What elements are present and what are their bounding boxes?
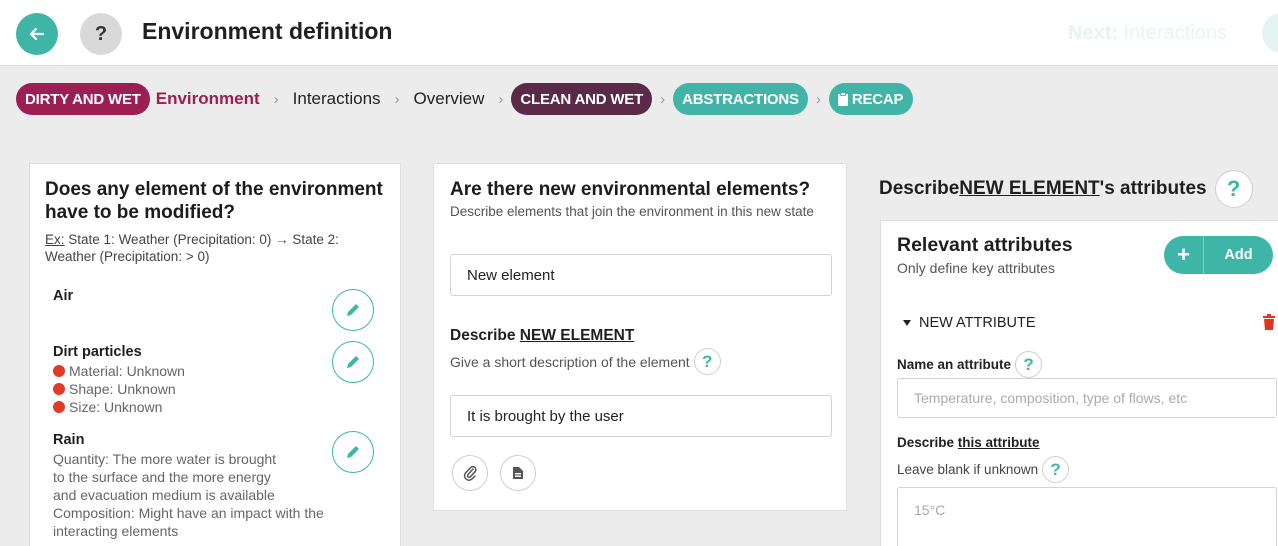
describe-element-hint-row: Give a short description of the element …	[450, 348, 721, 375]
edit-dirt-particles-button[interactable]	[332, 341, 374, 383]
property-text: Material: Unknown	[69, 363, 185, 379]
chevron-right-icon: ›	[815, 90, 821, 108]
attribute-toggle[interactable]: NEW ATTRIBUTE	[903, 315, 1036, 331]
describe-prefix: Describe	[450, 327, 520, 344]
description-line: interacting elements	[53, 523, 179, 539]
pencil-icon	[347, 304, 359, 316]
dirt-properties: Material: Unknown Shape: Unknown Size: U…	[53, 362, 185, 416]
crumb-abstractions[interactable]: ABSTRACTIONS	[673, 83, 808, 115]
add-document-button[interactable]	[500, 455, 536, 491]
element-name-air: Air	[53, 288, 74, 304]
pencil-icon	[347, 446, 359, 458]
attributes-card-title: Relevant attributes	[897, 234, 1073, 256]
describe-attribute-target: this attribute	[957, 435, 1040, 450]
property-row: Material: Unknown	[53, 362, 185, 380]
clipboard-icon	[837, 92, 848, 106]
page-title: Environment definition	[142, 18, 393, 44]
attribute-name-label: Name an attribute	[897, 357, 1012, 372]
attributes-heading-target: NEW ELEMENT	[959, 178, 1100, 199]
arrow-left-icon	[29, 27, 45, 41]
attribute-name-label-row: Name an attribute ?	[897, 351, 1043, 378]
crumb-overview[interactable]: Overview	[414, 89, 485, 109]
element-name-rain: Rain	[53, 432, 85, 448]
element-name-dirt-particles: Dirt particles	[53, 344, 142, 360]
chevron-right-icon: ›	[660, 90, 666, 108]
next-prefix: Next:	[1068, 22, 1119, 44]
describe-attribute-hint: Leave blank if unknown	[897, 462, 1039, 477]
modify-elements-panel: Does any element of the environment have…	[29, 163, 401, 546]
describe-element-label: Describe NEW ELEMENT	[450, 327, 634, 345]
description-line: Composition: Might have an impact with t…	[53, 505, 324, 521]
trash-icon[interactable]	[1262, 314, 1276, 330]
next-link[interactable]: Next: Interactions	[1068, 22, 1227, 45]
new-elements-subtitle: Describe elements that join the environm…	[450, 204, 814, 219]
next-arrow-button[interactable]	[1262, 13, 1278, 53]
describe-attribute-prefix: Describe	[897, 435, 958, 450]
top-bar: ? Environment definition Next: Interacti…	[0, 0, 1278, 66]
back-button[interactable]	[16, 13, 58, 55]
example-prefix: Ex:	[45, 232, 65, 247]
help-button[interactable]: ?	[80, 13, 122, 55]
edit-air-button[interactable]	[332, 289, 374, 331]
edit-rain-button[interactable]	[332, 431, 374, 473]
property-row: Size: Unknown	[53, 398, 185, 416]
next-label: Interactions	[1123, 22, 1227, 44]
new-elements-question: Are there new environmental elements?	[450, 179, 811, 200]
help-question-icon[interactable]: ?	[1015, 351, 1043, 378]
state-badge-clean-and-wet[interactable]: CLEAN AND WET	[511, 83, 653, 115]
property-text: Shape: Unknown	[69, 381, 176, 397]
unknown-dot-icon	[53, 401, 65, 413]
attribute-value-input[interactable]: 15°C	[897, 487, 1277, 546]
describe-attribute-label: Describe this attribute	[897, 435, 1040, 450]
property-row: Shape: Unknown	[53, 380, 185, 398]
description-line: and evacuation medium is available	[53, 487, 275, 503]
chevron-right-icon: ›	[498, 90, 504, 108]
modify-example: Ex: State 1: Weather (Precipitation: 0) …	[45, 231, 390, 265]
recap-label: RECAP	[851, 90, 904, 108]
attach-button[interactable]	[452, 455, 488, 491]
crumb-environment[interactable]: Environment	[156, 89, 260, 109]
add-attribute-button[interactable]: + Add	[1164, 236, 1273, 274]
caret-down-icon	[903, 320, 911, 326]
chevron-right-icon: ›	[273, 90, 279, 108]
help-question-icon[interactable]: ?	[1042, 456, 1070, 483]
crumb-recap[interactable]: RECAP	[828, 83, 914, 115]
modify-question: Does any element of the environment have…	[45, 179, 383, 223]
describe-target: NEW ELEMENT	[519, 327, 635, 344]
breadcrumb: DIRTY AND WET Environment › Interactions…	[16, 82, 914, 116]
property-text: Size: Unknown	[69, 399, 163, 415]
paperclip-icon	[463, 465, 477, 481]
attributes-heading: Describe NEW ELEMENT 's attributes ?	[879, 170, 1253, 208]
crumb-interactions[interactable]: Interactions	[293, 89, 381, 109]
attribute-header: NEW ATTRIBUTE	[919, 315, 1036, 331]
help-question-icon[interactable]: ?	[693, 348, 721, 375]
help-question-icon[interactable]: ?	[1214, 170, 1253, 208]
new-elements-panel: Are there new environmental elements? De…	[433, 163, 847, 511]
example-text: State 1: Weather (Precipitation: 0) → St…	[45, 232, 339, 264]
unknown-dot-icon	[53, 383, 65, 395]
document-icon	[513, 467, 523, 479]
attribute-name-input[interactable]: Temperature, composition, type of flows,…	[897, 378, 1277, 418]
attributes-heading-suffix: 's attributes	[1099, 178, 1207, 199]
attributes-heading-prefix: Describe	[879, 178, 960, 199]
unknown-dot-icon	[53, 365, 65, 377]
question-icon: ?	[94, 22, 108, 45]
state-badge-dirty-and-wet[interactable]: DIRTY AND WET	[16, 83, 150, 115]
add-label: Add	[1224, 247, 1253, 263]
pencil-icon	[347, 356, 359, 368]
plus-icon: +	[1164, 236, 1204, 274]
element-description-input[interactable]: It is brought by the user	[450, 395, 832, 437]
element-name-input[interactable]: New element	[450, 254, 832, 296]
chevron-right-icon: ›	[394, 90, 400, 108]
attributes-card-subtitle: Only define key attributes	[897, 260, 1055, 276]
description-line: to the surface and the more energy	[53, 469, 271, 485]
describe-element-hint: Give a short description of the element	[450, 353, 690, 370]
describe-attribute-hint-row: Leave blank if unknown ?	[897, 456, 1070, 483]
